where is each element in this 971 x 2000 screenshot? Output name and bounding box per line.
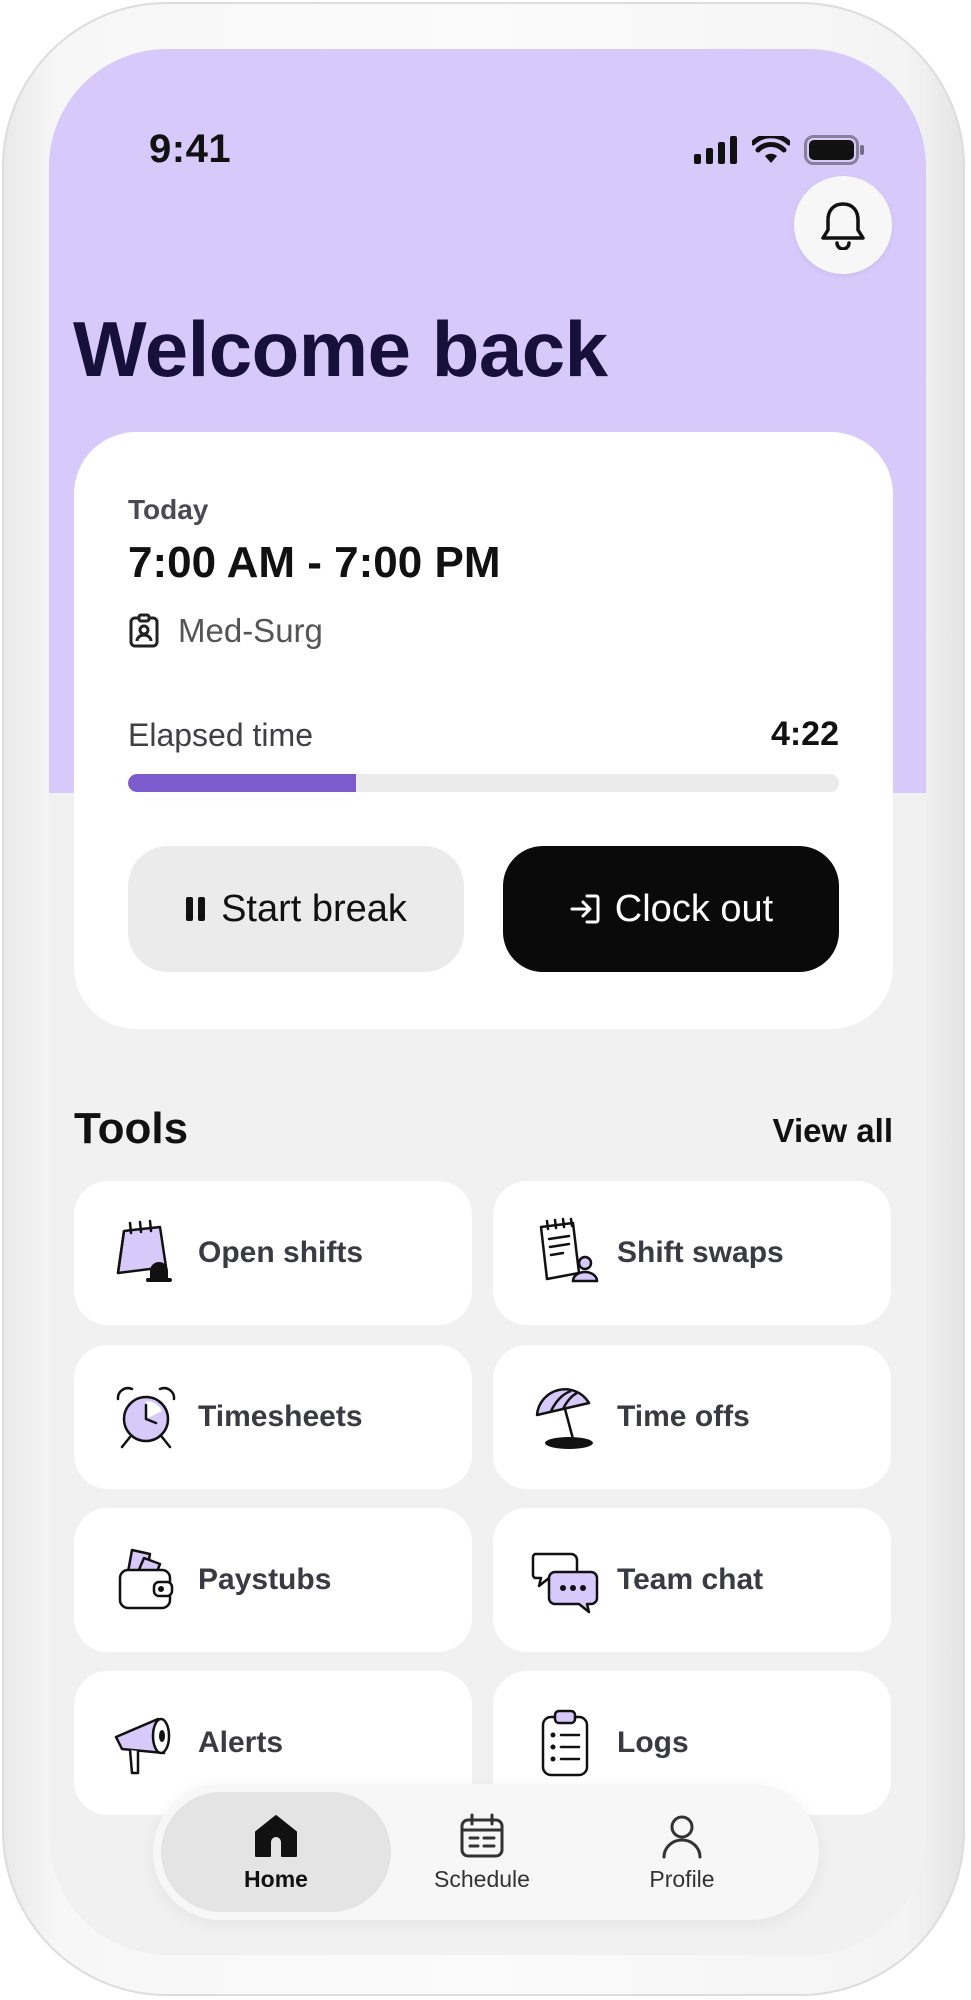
bottom-nav: Home Schedule Profile [153,1784,819,1920]
person-icon [662,1815,702,1858]
status-time: 9:41 [149,127,232,171]
tool-label: Timesheets [198,1400,363,1433]
nav-home[interactable]: Home [161,1792,391,1912]
tool-open-shifts[interactable]: Open shifts [74,1181,472,1325]
tool-team-chat[interactable]: Team chat [493,1508,891,1652]
shift-time-range: 7:00 AM - 7:00 PM [128,538,501,587]
calendar-icon [460,1813,504,1857]
nav-profile-label: Profile [649,1865,715,1892]
nav-home-label: Home [244,1865,308,1892]
log-in-arrow-icon [570,894,600,924]
tool-label: Paystubs [198,1563,332,1596]
shift-unit: Med-Surg [178,612,323,649]
notifications-button[interactable] [794,176,892,274]
app-screen: 9:41 Welcome back Today 7:00 AM - 7:00 P… [49,49,926,1955]
tools-section-title: Tools [74,1104,189,1153]
chat-bubbles-icon [527,1542,603,1618]
wallet-icon [108,1542,184,1618]
tool-shift-swaps[interactable]: Shift swaps [493,1181,891,1325]
view-all-link[interactable]: View all [773,1112,893,1150]
status-icons [694,135,866,165]
bell-icon [821,202,865,250]
phone-frame: 9:41 Welcome back Today 7:00 AM - 7:00 P… [2,2,965,1996]
shift-card: Today 7:00 AM - 7:00 PM Med-Surg Elapsed… [74,432,893,1029]
clock-out-label: Clock out [614,887,774,930]
elapsed-time-value: 4:22 [770,715,839,753]
shift-location: Med-Surg [128,612,323,650]
beach-umbrella-icon [527,1379,603,1455]
tool-timesheets[interactable]: Timesheets [74,1345,472,1489]
tool-time-offs[interactable]: Time offs [493,1345,891,1489]
megaphone-icon [108,1705,184,1781]
nav-schedule-label: Schedule [434,1865,530,1892]
nav-schedule[interactable]: Schedule [393,1792,571,1912]
tool-label: Alerts [198,1726,284,1759]
pause-icon [186,897,206,921]
alarm-clock-icon [108,1379,184,1455]
id-badge-icon [129,613,159,648]
notepad-person-icon [527,1215,603,1291]
tool-label: Shift swaps [617,1236,784,1269]
home-icon [255,1814,297,1857]
start-break-button[interactable]: Start break [128,846,464,972]
tool-label: Time offs [617,1400,750,1433]
tool-label: Open shifts [198,1236,364,1269]
signal-icon [694,136,737,164]
battery-icon [804,135,864,165]
elapsed-progress-fill [128,774,356,792]
wifi-icon [752,136,790,163]
shift-day-label: Today [128,494,209,525]
clock-out-button[interactable]: Clock out [503,846,839,972]
clipboard-list-icon [527,1705,603,1781]
elapsed-progress-bar [128,774,839,792]
tool-label: Logs [617,1726,689,1759]
tool-label: Team chat [617,1563,764,1596]
calendar-bell-icon [108,1215,184,1291]
nav-profile[interactable]: Profile [593,1792,771,1912]
tool-paystubs[interactable]: Paystubs [74,1508,472,1652]
start-break-label: Start break [221,887,407,930]
page-title: Welcome back [73,305,608,393]
elapsed-time-label: Elapsed time [128,717,313,753]
